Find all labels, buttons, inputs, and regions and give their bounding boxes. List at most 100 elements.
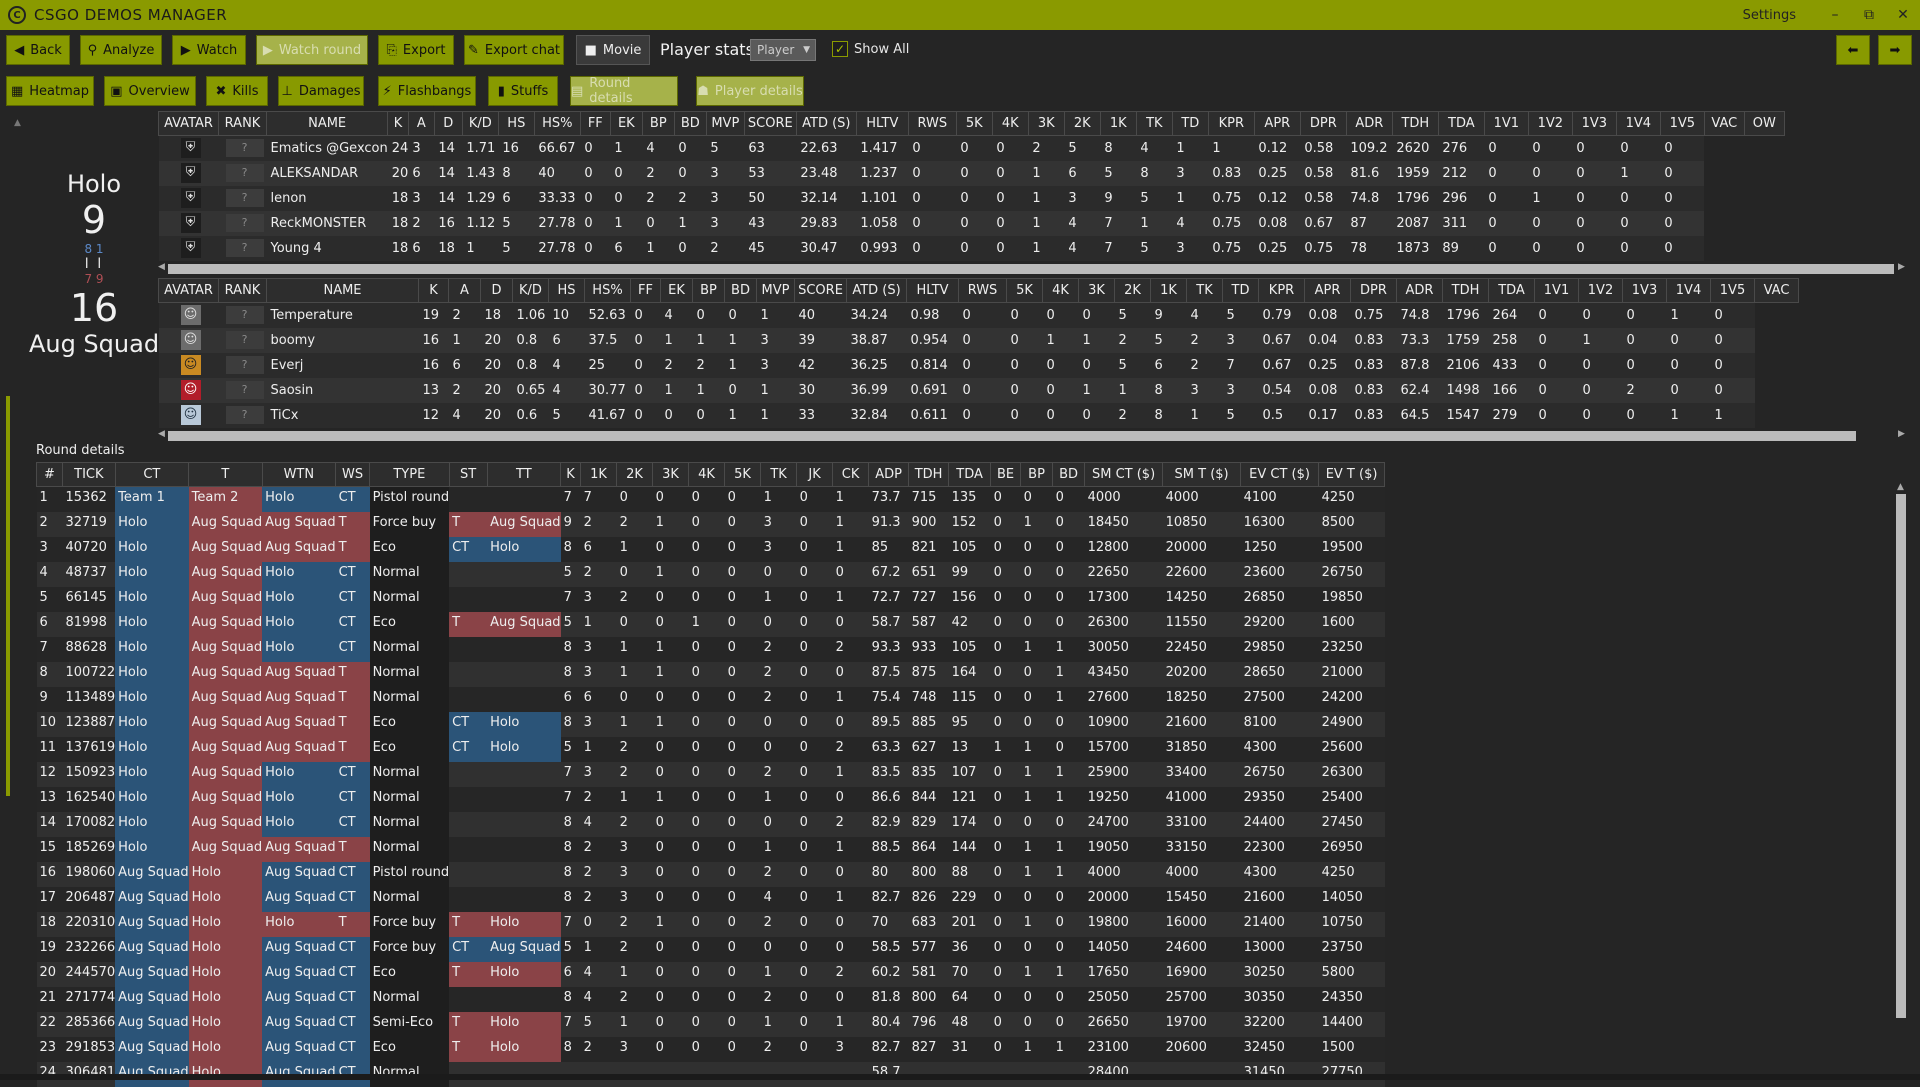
col-header-5k[interactable]: 5K — [1006, 278, 1043, 303]
player-row[interactable]: ☺? Saosin 13 2 20 0.65 4 30.77 0 1 1 0 1 30 36.99 0.691… — [158, 377, 1799, 403]
round-details-button[interactable]: ▤ Round details — [570, 76, 678, 106]
scroll-right-icon[interactable]: ▶ — [1898, 429, 1905, 439]
col-header-st[interactable]: ST — [448, 462, 488, 487]
left-scroll-indicator[interactable] — [6, 396, 10, 796]
col-header-2k[interactable]: 2K — [616, 462, 654, 487]
col-header-name[interactable]: NAME — [265, 111, 389, 136]
round-row[interactable]: 19 232266 Aug Squad Holo Aug Squad CT Force bu… — [36, 936, 1385, 962]
next-button[interactable]: ➡ — [1878, 35, 1912, 65]
player-row[interactable]: ☺? TiCx 12 4 20 0.6 5 41.67 0 0 0 1 1 33 32.84 0.611 0 0 0… — [158, 402, 1799, 428]
col-header-tda[interactable]: TDA — [1488, 278, 1535, 303]
col-header-ek[interactable]: EK — [609, 111, 643, 136]
round-row[interactable]: 18 220310 Aug Squad Holo Holo T Force buy T Holo… — [36, 911, 1385, 937]
round-row[interactable]: 23 291853 Aug Squad Holo Aug Squad CT Eco T Holo… — [36, 1036, 1385, 1062]
col-header-ff[interactable]: FF — [630, 278, 661, 303]
col-header-kpr[interactable]: KPR — [1207, 111, 1255, 136]
heatmap-button[interactable]: ▦ Heatmap — [6, 76, 94, 106]
overview-button[interactable]: ▣ Overview — [104, 76, 196, 106]
round-row[interactable]: 13 162540 Holo Aug Squad Holo CT Normal 7 2 1 1 0 0 1… — [36, 786, 1385, 812]
round-row[interactable]: 4 48737 Holo Aug Squad Holo CT Normal 5 2 0 1 0 0 0 0 0… — [36, 561, 1385, 587]
col-header-tt[interactable]: TT — [486, 462, 562, 487]
col-header-1v4[interactable]: 1V4 — [1615, 111, 1661, 136]
round-row[interactable]: 12 150923 Holo Aug Squad Holo CT Normal 7 3 2 0 0 0 2… — [36, 761, 1385, 787]
col-header-score[interactable]: SCORE — [743, 111, 797, 136]
watch-button[interactable]: ▶ Watch — [172, 35, 246, 65]
round-row[interactable]: 3 40720 Holo Aug Squad Aug Squad T Eco CT Holo 8 6… — [36, 536, 1385, 562]
col-header-ek[interactable]: EK — [660, 278, 693, 303]
player-row[interactable]: ☺? boomy 16 1 20 0.8 6 37.5 0 1 1 1 3 39 38.87 0.954 0 0 1… — [158, 327, 1799, 353]
col-header-t[interactable]: T — [188, 462, 263, 487]
col-header-tk[interactable]: TK — [1135, 111, 1173, 136]
col-header-ev-t[interactable]: EV T ($) — [1318, 462, 1386, 487]
col-header-hltv[interactable]: HLTV — [906, 278, 959, 303]
col-header-1k[interactable]: 1K — [1099, 111, 1137, 136]
col-header-bp[interactable]: BP — [1020, 462, 1054, 487]
col-header-tk[interactable]: TK — [760, 462, 798, 487]
round-row[interactable]: 20 244570 Aug Squad Holo Aug Squad CT Eco T Holo… — [36, 961, 1385, 987]
col-header-tdh[interactable]: TDH — [1442, 278, 1489, 303]
player-row[interactable]: ⛨? lenon 18 3 14 1.29 6 33.33 0 0 2 2 3 50 32.14 1.101 0… — [158, 185, 1785, 211]
player-details-button[interactable]: ☗ Player details — [696, 76, 804, 106]
round-row[interactable]: 14 170082 Holo Aug Squad Holo CT Normal 8 4 2 0 0 0 0… — [36, 811, 1385, 837]
col-header-4k[interactable]: 4K — [1042, 278, 1079, 303]
round-row[interactable]: 22 285366 Aug Squad Holo Aug Squad CT Semi-Eco… — [36, 1011, 1385, 1037]
col-header-a[interactable]: A — [448, 278, 481, 303]
round-row[interactable]: 11 137619 Holo Aug Squad Aug Squad T Eco CT Holo… — [36, 736, 1385, 762]
col-header-avatar[interactable]: AVATAR — [158, 278, 219, 303]
col-header-hs[interactable]: HS — [497, 111, 535, 136]
back-button[interactable]: ◀ Back — [6, 35, 70, 65]
minimize-icon[interactable]: – — [1818, 7, 1852, 23]
col-header-vac[interactable]: VAC — [1703, 111, 1745, 136]
col-header-ck[interactable]: CK — [832, 462, 870, 487]
col-header-2k[interactable]: 2K — [1114, 278, 1151, 303]
col-header-hs[interactable]: HS — [548, 278, 585, 303]
col-header-1v2[interactable]: 1V2 — [1527, 111, 1573, 136]
col-header-3k[interactable]: 3K — [1078, 278, 1115, 303]
col-header-apr[interactable]: APR — [1304, 278, 1351, 303]
settings-link[interactable]: Settings — [1743, 8, 1796, 23]
col-header-k[interactable]: K — [387, 111, 409, 136]
col-header-atd-s[interactable]: ATD (S) — [795, 111, 857, 136]
player-row[interactable]: ⛨? ALEKSANDAR 20 6 14 1.43 8 40 0 0 2 0 3 53 23.48 1.23… — [158, 160, 1785, 186]
col-header-sm-t[interactable]: SM T ($) — [1162, 462, 1242, 487]
prev-button[interactable]: ⬅ — [1836, 35, 1870, 65]
col-header-tick[interactable]: TICK — [62, 462, 116, 487]
flashbangs-button[interactable]: ⚡ Flashbangs — [378, 76, 476, 106]
show-all-checkbox[interactable]: ✓ Show All — [832, 41, 909, 57]
round-row[interactable]: 10 123887 Holo Aug Squad Aug Squad T Eco CT Holo… — [36, 711, 1385, 737]
col-header-hltv[interactable]: HLTV — [855, 111, 909, 136]
export-chat-button[interactable]: ✎ Export chat — [464, 35, 564, 65]
col-header-tda[interactable]: TDA — [1437, 111, 1485, 136]
col-header-d[interactable]: D — [480, 278, 513, 303]
col-header-ow[interactable]: OW — [1743, 111, 1785, 136]
round-row[interactable]: 16 198060 Aug Squad Holo Aug Squad CT Pistol r… — [36, 861, 1385, 887]
col-header-jk[interactable]: JK — [796, 462, 834, 487]
watch-round-button[interactable]: ▶ Watch round — [256, 35, 368, 65]
round-row[interactable]: 5 66145 Holo Aug Squad Holo CT Normal 7 3 2 0 0 0 1 0 1… — [36, 586, 1385, 612]
col-header-adr[interactable]: ADR — [1345, 111, 1393, 136]
round-row[interactable]: 2 32719 Holo Aug Squad Aug Squad T Force buy T A… — [36, 511, 1385, 537]
round-row[interactable]: 21 271774 Aug Squad Holo Aug Squad CT Normal 8 4… — [36, 986, 1385, 1012]
col-header-1k[interactable]: 1K — [1150, 278, 1187, 303]
team1-horizontal-scrollbar[interactable] — [168, 264, 1894, 274]
col-header-k[interactable]: K — [560, 462, 582, 487]
col-header-ws[interactable]: WS — [335, 462, 371, 487]
col-header-bp[interactable]: BP — [641, 111, 675, 136]
export-button[interactable]: ⎘ Export — [378, 35, 454, 65]
col-header-ev-ct[interactable]: EV CT ($) — [1240, 462, 1320, 487]
col-header-apr[interactable]: APR — [1253, 111, 1301, 136]
col-header-1k[interactable]: 1K — [580, 462, 618, 487]
col-header-1v5[interactable]: 1V5 — [1659, 111, 1705, 136]
col-header-mvp[interactable]: MVP — [705, 111, 745, 136]
col-header-adr[interactable]: ADR — [1396, 278, 1443, 303]
round-row[interactable]: 17 206487 Aug Squad Holo Aug Squad CT Normal 8 2… — [36, 886, 1385, 912]
col-header-avatar[interactable]: AVATAR — [158, 111, 219, 136]
col-header-name[interactable]: NAME — [266, 278, 419, 303]
col-header-a[interactable]: A — [407, 111, 435, 136]
player-row[interactable]: ☺? Temperature 19 2 18 1.06 10 52.63 0 4 0 0 1 40 34.2… — [158, 302, 1799, 328]
col-header-k-d[interactable]: K/D — [461, 111, 499, 136]
col-header-hs[interactable]: HS% — [584, 278, 631, 303]
scroll-left-icon[interactable]: ◀ — [158, 429, 165, 439]
col-header-score[interactable]: SCORE — [794, 278, 847, 303]
col-header-5k[interactable]: 5K — [955, 111, 993, 136]
